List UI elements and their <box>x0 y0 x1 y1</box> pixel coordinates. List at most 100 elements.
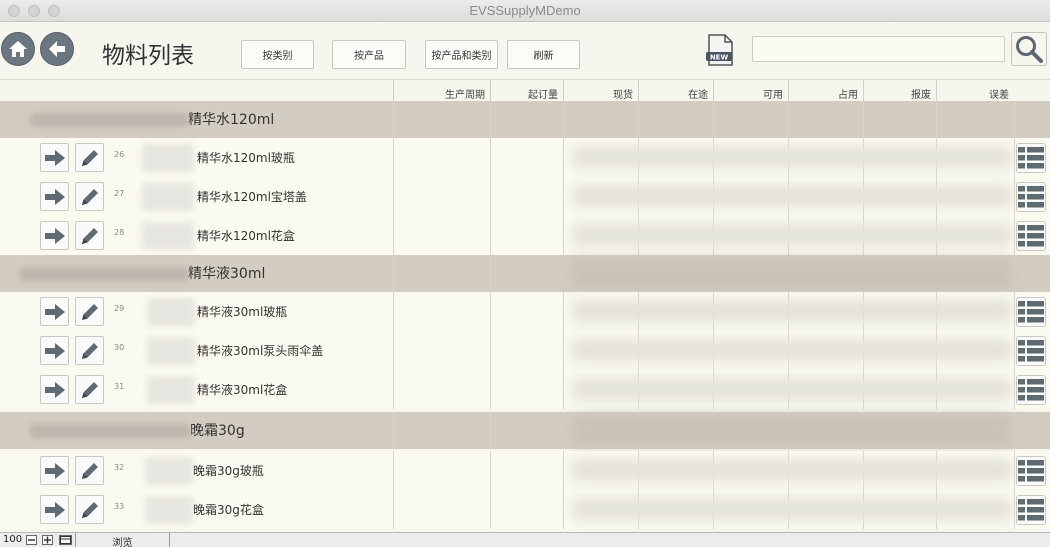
layout-icon <box>60 536 71 544</box>
details-button[interactable] <box>1016 297 1046 327</box>
search-button[interactable] <box>1011 32 1047 66</box>
col-scrapped[interactable]: 报废 <box>863 80 936 102</box>
redacted-text <box>142 144 194 172</box>
home-button[interactable] <box>1 32 35 66</box>
redacted-text <box>147 376 195 404</box>
arrow-left-icon <box>49 41 65 57</box>
table-row[interactable]: 26 精华水120ml玻瓶 <box>0 138 1050 177</box>
group-label: 精华水120ml <box>30 109 274 129</box>
back-button[interactable] <box>40 32 74 66</box>
open-item-button[interactable] <box>40 375 69 404</box>
open-item-button[interactable] <box>40 336 69 365</box>
redacted-data <box>572 259 1012 289</box>
edit-item-button[interactable] <box>75 375 104 404</box>
details-button[interactable] <box>1016 495 1046 525</box>
table-row[interactable]: 33 晚霜30g花盒 <box>0 490 1050 529</box>
details-button[interactable] <box>1016 182 1046 212</box>
redacted-data <box>572 300 1012 322</box>
open-item-button[interactable] <box>40 221 69 250</box>
row-number: 28 <box>114 228 125 237</box>
details-button[interactable] <box>1016 456 1046 486</box>
table-row[interactable]: 29 精华液30ml玻瓶 <box>0 292 1050 331</box>
item-name: 精华水120ml宝塔盖 <box>197 190 307 204</box>
table-row[interactable]: 28 精华水120ml花盒 <box>0 216 1050 255</box>
pencil-icon <box>81 342 98 359</box>
item-name: 精华液30ml泵头雨伞盖 <box>197 344 324 358</box>
arrow-right-icon <box>44 188 65 205</box>
arrow-right-icon <box>44 501 65 518</box>
table-row[interactable]: 32 晚霜30g玻瓶 <box>0 451 1050 490</box>
open-item-button[interactable] <box>40 456 69 485</box>
by-product-and-category-button[interactable]: 按产品和类别 <box>425 40 498 69</box>
zoom-level[interactable]: 100 <box>3 534 22 545</box>
col-occupied[interactable]: 占用 <box>788 80 863 102</box>
col-moq[interactable]: 起订量 <box>490 80 563 102</box>
redacted-data <box>572 378 1012 400</box>
list-icon <box>1018 340 1044 362</box>
by-product-button[interactable]: 按产品 <box>332 40 406 69</box>
col-available[interactable]: 可用 <box>713 80 788 102</box>
refresh-button[interactable]: 刷新 <box>507 40 580 69</box>
pencil-icon <box>81 462 98 479</box>
edit-item-button[interactable] <box>75 456 104 485</box>
open-item-button[interactable] <box>40 182 69 211</box>
mode-indicator[interactable]: 浏览 <box>75 533 170 547</box>
list-icon <box>1018 147 1044 169</box>
group-row[interactable]: 精华水120ml <box>0 101 1050 138</box>
open-item-button[interactable] <box>40 297 69 326</box>
edit-item-button[interactable] <box>75 143 104 172</box>
home-icon <box>9 41 27 57</box>
details-button[interactable] <box>1016 336 1046 366</box>
window-title: EVSSupplyMDemo <box>469 3 581 18</box>
toggle-toolbar-button[interactable] <box>59 535 72 545</box>
search-input[interactable] <box>752 36 1005 62</box>
edit-item-button[interactable] <box>75 297 104 326</box>
open-item-button[interactable] <box>40 143 69 172</box>
details-button[interactable] <box>1016 375 1046 405</box>
redacted-data <box>572 459 1012 481</box>
zoom-in-button[interactable] <box>42 535 53 545</box>
edit-item-button[interactable] <box>75 221 104 250</box>
details-button[interactable] <box>1016 143 1046 173</box>
details-button[interactable] <box>1016 221 1046 251</box>
list-icon <box>1018 225 1044 247</box>
open-item-button[interactable] <box>40 495 69 524</box>
group-row[interactable]: 精华液30ml <box>0 255 1050 292</box>
item-name: 精华水120ml花盒 <box>197 229 295 243</box>
redacted-data <box>572 498 1012 520</box>
group-row[interactable]: 晚霜30g <box>0 412 1050 449</box>
row-number: 29 <box>114 304 125 313</box>
pencil-icon <box>81 303 98 320</box>
table-row[interactable]: 27 精华水120ml宝塔盖 <box>0 177 1050 216</box>
list-icon <box>1018 379 1044 401</box>
arrow-right-icon <box>44 303 65 320</box>
item-name: 晚霜30g花盒 <box>193 503 264 517</box>
pencil-icon <box>81 188 98 205</box>
col-production-cycle[interactable]: 生产周期 <box>393 80 490 102</box>
by-category-button[interactable]: 按类别 <box>241 40 314 69</box>
table-row[interactable]: 30 精华液30ml泵头雨伞盖 <box>0 331 1050 370</box>
zoom-out-button[interactable] <box>26 535 37 545</box>
list-icon <box>1018 460 1044 482</box>
arrow-right-icon <box>44 149 65 166</box>
table-row[interactable]: 31 精华液30ml花盒 <box>0 370 1050 409</box>
item-name: 精华水120ml玻瓶 <box>197 151 295 165</box>
list-icon <box>1018 186 1044 208</box>
title-bar: EVSSupplyMDemo <box>0 0 1050 22</box>
material-list: 精华水120ml 26 精华水120ml玻瓶 27 精华水120ml宝塔盖 28… <box>0 101 1050 532</box>
toolbar: 物料列表 按类别 按产品 按产品和类别 刷新 NEW <box>0 22 1050 78</box>
item-name: 精华液30ml花盒 <box>197 383 288 397</box>
search-icon <box>1016 36 1043 63</box>
edit-item-button[interactable] <box>75 495 104 524</box>
row-number: 27 <box>114 189 125 198</box>
edit-item-button[interactable] <box>75 182 104 211</box>
col-error[interactable]: 误差 <box>936 80 1014 102</box>
col-in-stock[interactable]: 现货 <box>563 80 638 102</box>
column-header: 生产周期 起订量 现货 在途 可用 占用 报废 误差 <box>0 79 1050 102</box>
new-badge-text: NEW <box>710 54 729 62</box>
col-in-transit[interactable]: 在途 <box>638 80 713 102</box>
new-document-icon[interactable]: NEW <box>704 34 736 66</box>
edit-item-button[interactable] <box>75 336 104 365</box>
app-window: EVSSupplyMDemo 物料列表 按类别 按产品 按产品和类别 刷新 NE… <box>0 0 1050 547</box>
arrow-right-icon <box>44 227 65 244</box>
